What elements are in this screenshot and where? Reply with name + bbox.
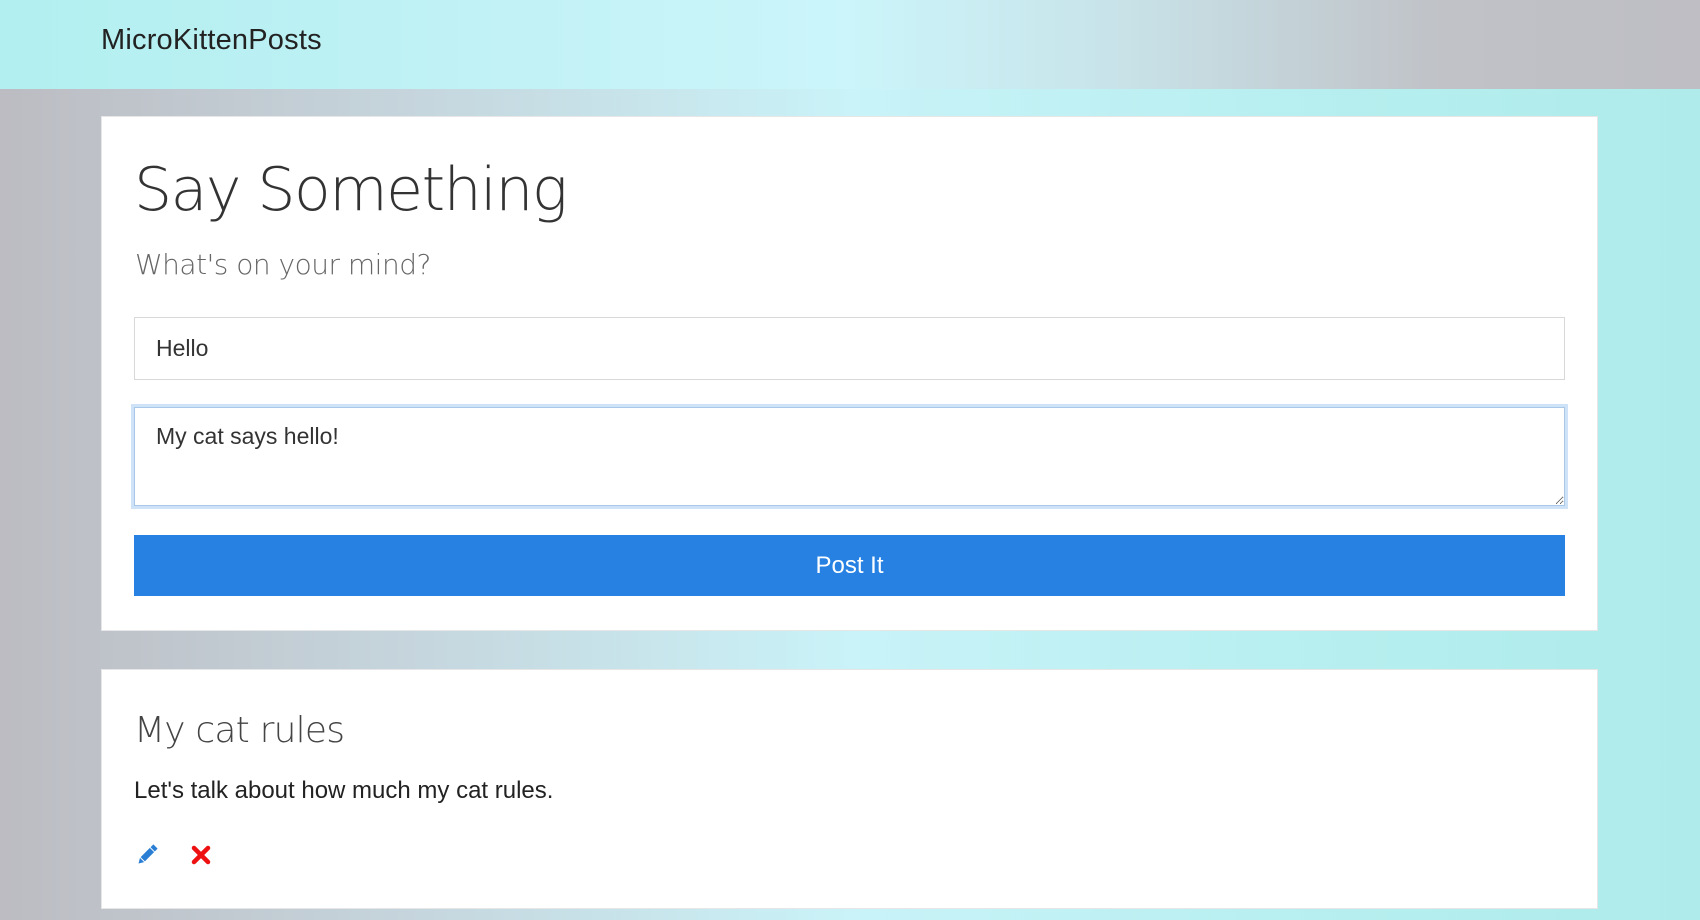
delete-post-button[interactable] (189, 841, 217, 869)
post-title: My cat rules (134, 710, 345, 751)
post-card: My cat rules Let's talk about how much m… (101, 669, 1598, 909)
close-icon (191, 845, 211, 865)
post-it-button[interactable]: Post It (134, 535, 1565, 596)
post-body-textarea[interactable]: My cat says hello! (134, 407, 1565, 506)
brand-link[interactable]: MicroKittenPosts (101, 24, 322, 57)
post-title-input[interactable] (134, 317, 1565, 380)
form-subtitle: What's on your mind? (135, 248, 431, 281)
new-post-form: Say Something What's on your mind? My ca… (101, 116, 1598, 631)
pencil-icon (138, 844, 158, 864)
post-body: Let's talk about how much my cat rules. (134, 777, 554, 804)
edit-post-button[interactable] (134, 841, 162, 869)
navbar: MicroKittenPosts (0, 0, 1700, 89)
form-title: Say Something (134, 155, 568, 225)
